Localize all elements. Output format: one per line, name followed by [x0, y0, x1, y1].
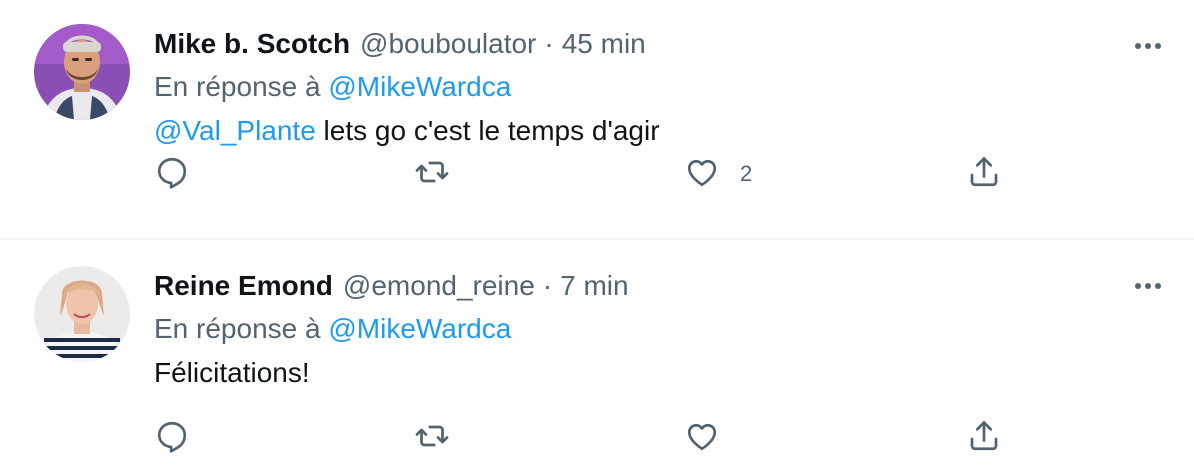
tweet-actions: 2: [152, 154, 1012, 194]
reply-icon: [154, 418, 190, 459]
reply-context: En réponse à @MikeWardca: [154, 66, 1114, 108]
retweet-icon: [414, 154, 450, 195]
separator: ·: [542, 270, 553, 301]
tweet[interactable]: Reine Emond @emond_reine · 7 min En répo…: [0, 240, 1194, 474]
reply-to-mention[interactable]: @MikeWardca: [328, 313, 511, 344]
like-icon: [684, 154, 720, 195]
more-icon[interactable]: [1130, 38, 1166, 54]
reply-context: En réponse à @MikeWardca: [154, 308, 1114, 350]
tweet-actions: [152, 418, 1012, 458]
separator: ·: [544, 28, 554, 59]
more-icon[interactable]: [1130, 278, 1166, 294]
tweet-content: Reine Emond @emond_reine · 7 min En répo…: [154, 266, 1114, 394]
timestamp[interactable]: 7 min: [560, 266, 628, 306]
text-mention[interactable]: @Val_Plante: [154, 115, 316, 146]
retweet-icon: [414, 418, 450, 459]
share-icon: [966, 154, 1002, 195]
reply-prefix: En réponse à: [154, 313, 321, 344]
author-name[interactable]: Mike b. Scotch: [154, 24, 350, 64]
reply-button[interactable]: [154, 154, 190, 194]
tweet-text: @Val_Plante lets go c'est le temps d'agi…: [154, 110, 1114, 152]
tweet[interactable]: Mike b. Scotch @bouboulator · 45 min En …: [0, 0, 1194, 240]
avatar[interactable]: [34, 24, 130, 120]
avatar[interactable]: [34, 266, 130, 362]
like-button[interactable]: 2: [684, 154, 752, 194]
like-button[interactable]: [684, 418, 740, 458]
tweet-header: Reine Emond @emond_reine · 7 min: [154, 266, 1114, 306]
reply-to-mention[interactable]: @MikeWardca: [328, 71, 511, 102]
reply-prefix: En réponse à: [154, 71, 321, 102]
timestamp[interactable]: 45 min: [562, 24, 646, 64]
like-icon: [684, 418, 720, 459]
tweet-text-body: lets go c'est le temps d'agir: [315, 115, 660, 146]
author-handle[interactable]: @emond_reine: [343, 266, 535, 306]
share-button[interactable]: [966, 418, 1002, 458]
reply-icon: [154, 154, 190, 195]
tweet-header: Mike b. Scotch @bouboulator · 45 min: [154, 24, 1114, 64]
reply-button[interactable]: [154, 418, 190, 458]
share-button[interactable]: [966, 154, 1002, 194]
tweet-text: Félicitations!: [154, 352, 1114, 394]
tweet-text-body: Félicitations!: [154, 357, 310, 388]
tweet-content: Mike b. Scotch @bouboulator · 45 min En …: [154, 24, 1114, 152]
share-icon: [966, 418, 1002, 459]
retweet-button[interactable]: [414, 154, 450, 194]
retweet-button[interactable]: [414, 418, 450, 458]
like-count: 2: [740, 161, 753, 186]
author-handle[interactable]: @bouboulator: [360, 24, 536, 64]
author-name[interactable]: Reine Emond: [154, 266, 333, 306]
